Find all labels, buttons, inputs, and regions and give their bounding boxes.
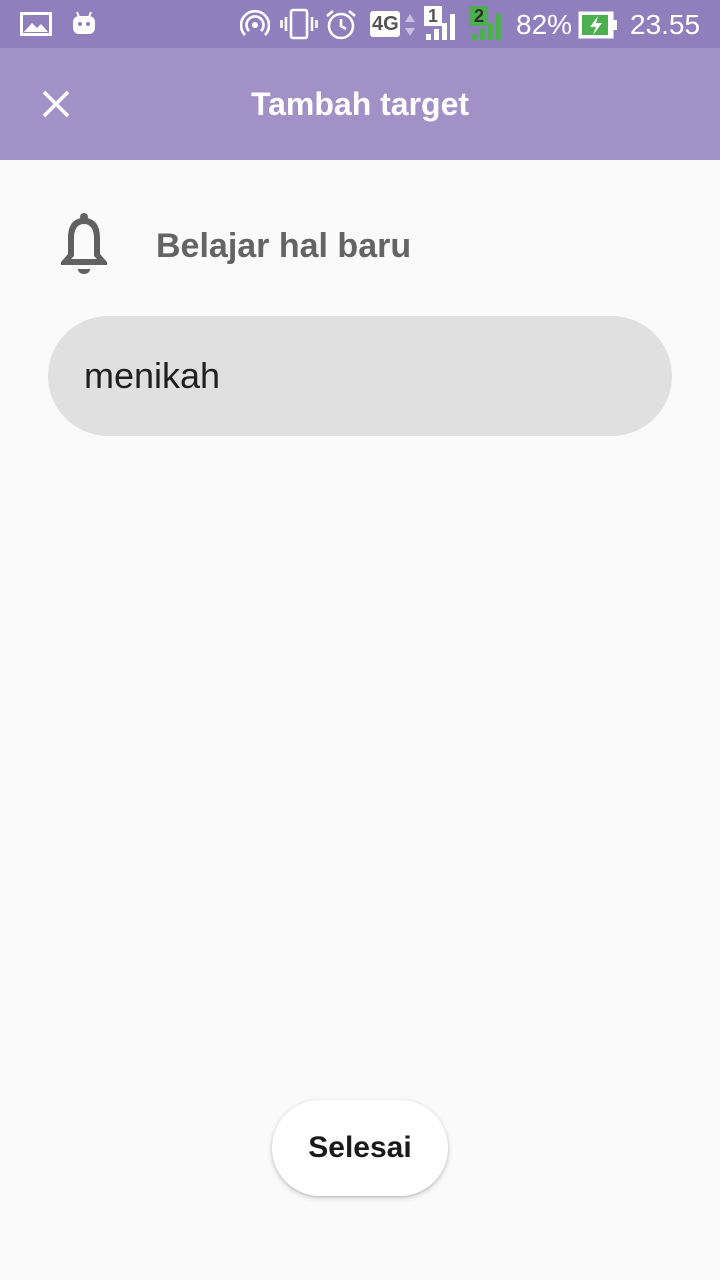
alarm-icon: [326, 10, 356, 40]
goal-input-container: [48, 316, 672, 436]
gallery-icon: [20, 12, 52, 36]
signal-sim1-icon: [426, 14, 455, 40]
battery-percent: 82%: [516, 9, 573, 40]
done-button[interactable]: Selesai: [272, 1100, 448, 1196]
network-type-label: 4G: [372, 13, 399, 35]
app-bar: Tambah target: [0, 48, 720, 160]
goal-input[interactable]: [84, 316, 624, 436]
hotspot-icon: [240, 10, 270, 36]
data-arrows-icon: [405, 14, 415, 36]
category-label: Belajar hal baru: [156, 227, 412, 265]
battery-charging-icon: [578, 11, 617, 39]
status-bar: 4G 1 2 82% 23.55: [0, 0, 720, 48]
android-icon: [73, 11, 95, 34]
signal-sim2-icon: [472, 14, 501, 40]
bell-icon: [61, 213, 107, 274]
clock: 23.55: [630, 9, 701, 40]
category-row: Belajar hal baru: [56, 210, 680, 280]
page-title: Tambah target: [250, 86, 470, 122]
network-type-badge: 4G: [370, 11, 400, 37]
vibrate-icon: [280, 8, 318, 40]
